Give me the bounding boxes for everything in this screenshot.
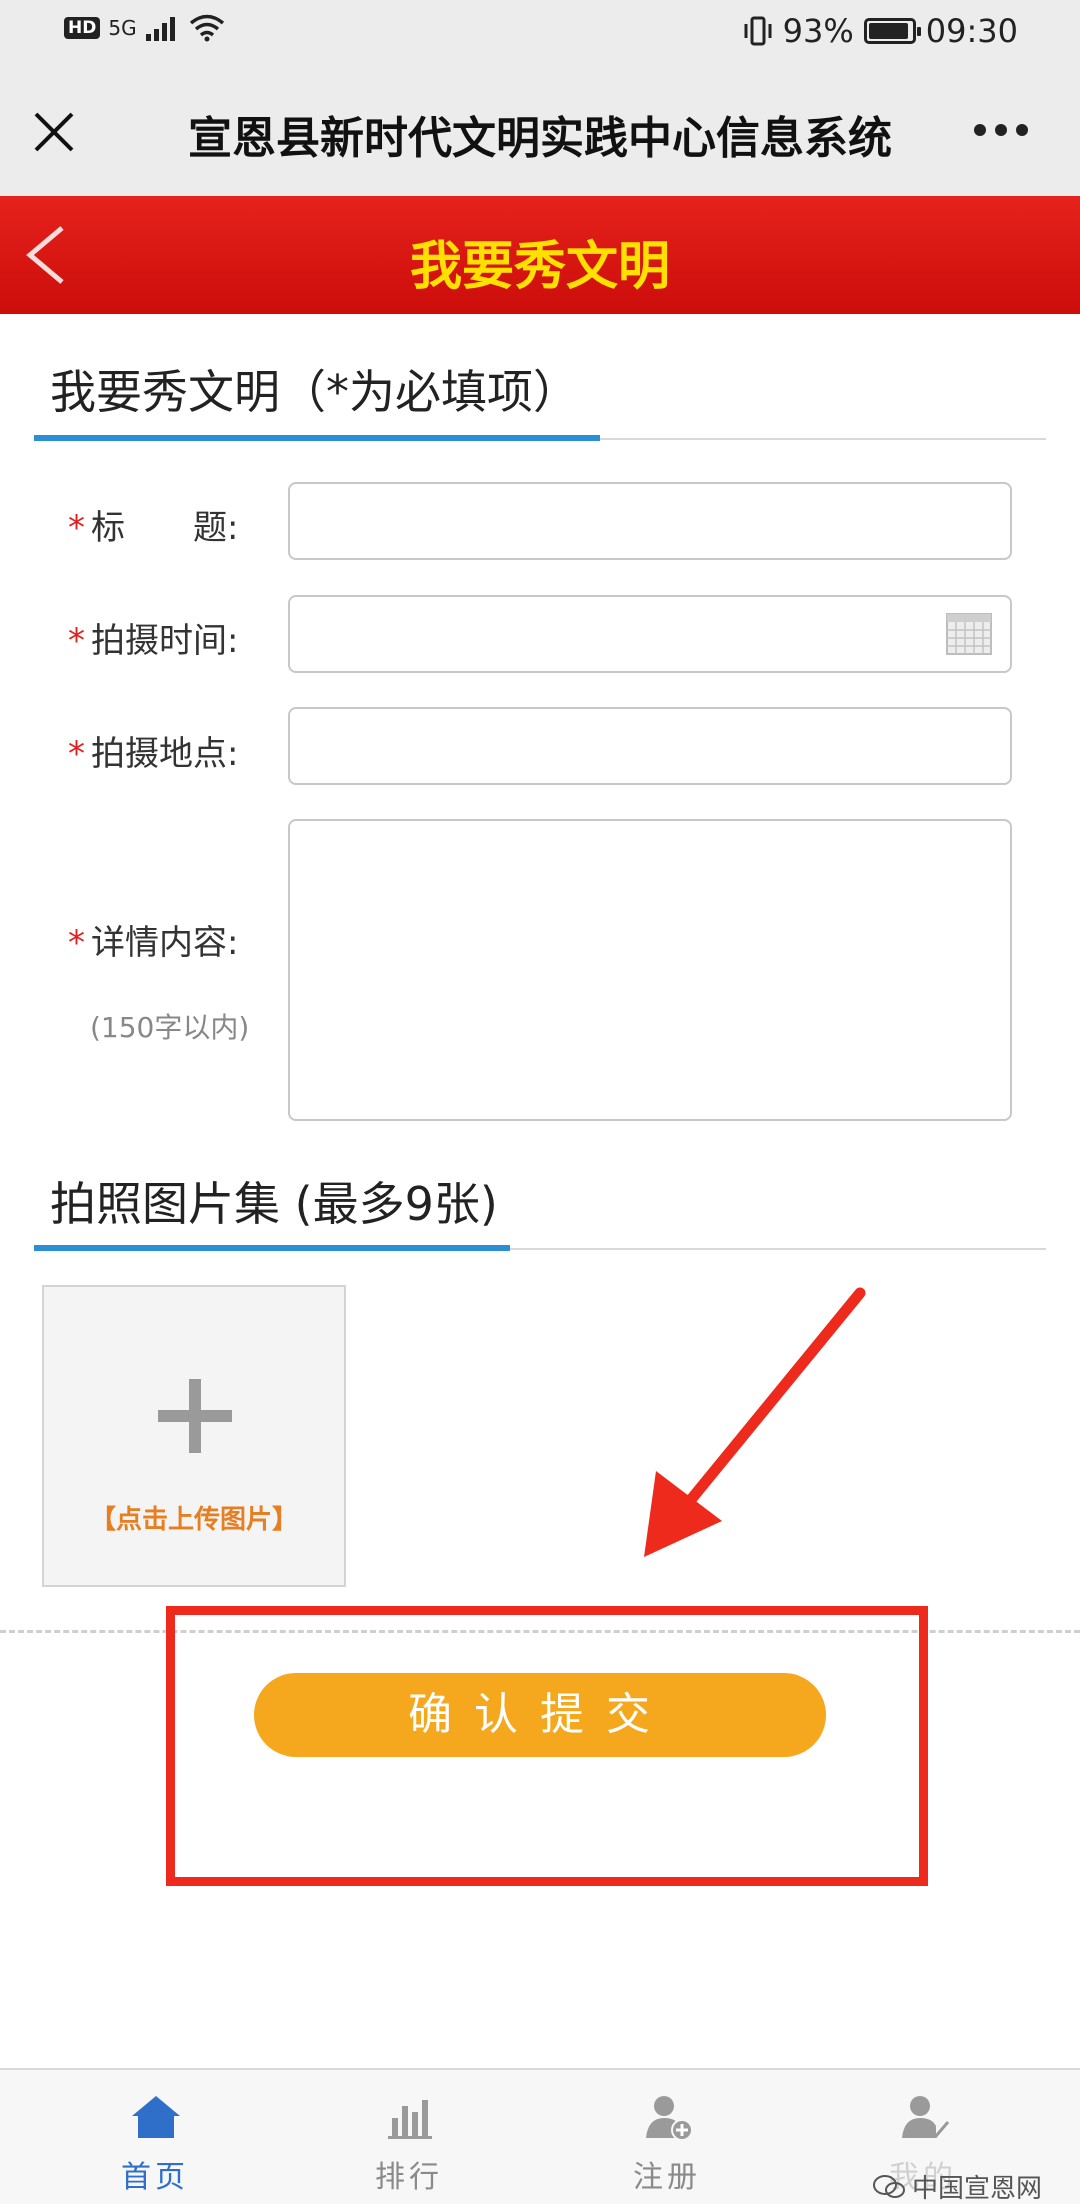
network-label: 5G [108, 16, 137, 40]
register-icon [646, 2096, 693, 2140]
page-header: 我要秀文明 [0, 196, 1080, 314]
tab-label: 注册 [633, 2160, 701, 2195]
watermark-text: 中国宣恩网 [911, 2174, 1042, 2204]
required-mark: * [68, 923, 85, 963]
signal-icon [145, 17, 175, 41]
time-label: * 拍摄时间: [68, 613, 238, 662]
place-input[interactable] [288, 707, 1012, 785]
place-label-text: 拍摄地点: [91, 734, 239, 774]
ranking-icon [388, 2100, 432, 2139]
vibrate-icon [744, 16, 772, 46]
time-input[interactable] [288, 595, 1012, 673]
detail-label: * 详情内容: [68, 915, 238, 964]
wechat-icon [872, 2174, 905, 2198]
home-icon [132, 2096, 180, 2138]
more-icon[interactable] [974, 124, 1028, 136]
clock: 09:30 [925, 12, 1018, 50]
form-section-header: 我要秀文明（*为必填项） [34, 356, 1046, 441]
tab-ranking[interactable]: 排行 [274, 2070, 544, 2204]
detail-textarea[interactable] [288, 819, 1012, 1121]
window-title: 宣恩县新时代文明实践中心信息系统 [188, 113, 892, 164]
battery-icon [863, 18, 921, 44]
plus-icon [158, 1379, 232, 1453]
status-left: HD 5G [64, 14, 225, 42]
photos-section-title: 拍照图片集 (最多9张) [50, 1177, 498, 1231]
title-label: * 标 题: [68, 500, 238, 549]
form-section-title: 我要秀文明（*为必填项） [50, 365, 579, 419]
detail-label-text: 详情内容: [91, 923, 239, 963]
user-check-icon [902, 2096, 950, 2139]
calendar-icon[interactable] [946, 613, 992, 655]
hd-badge: HD [64, 17, 101, 39]
title-label-text: 标 题: [91, 508, 239, 548]
status-right: 93% 09:30 [743, 12, 1018, 50]
place-label: * 拍摄地点: [68, 726, 238, 775]
watermark: 中国宣恩网 [872, 2168, 1042, 2204]
title-input[interactable] [288, 482, 1012, 560]
page-title: 我要秀文明 [409, 237, 670, 297]
tab-label: 排行 [375, 2160, 443, 2195]
status-bar: HD 5G 93% 09:30 [0, 0, 1080, 66]
required-mark: * [68, 508, 85, 548]
upload-image-button[interactable]: 【点击上传图片】 [42, 1285, 346, 1587]
app-title-bar: 宣恩县新时代文明实践中心信息系统 [0, 66, 1080, 196]
battery-fill [868, 23, 908, 39]
section-underline [34, 435, 600, 441]
tab-register[interactable]: 注册 [532, 2070, 802, 2204]
time-label-text: 拍摄时间: [91, 621, 239, 661]
tab-home[interactable]: 首页 [20, 2070, 290, 2204]
submit-button[interactable]: 确认提交 [254, 1673, 826, 1757]
detail-hint: (150字以内) [90, 1011, 250, 1044]
section-underline [34, 1245, 510, 1251]
tab-label: 首页 [121, 2160, 189, 2195]
upload-label: 【点击上传图片】 [89, 1505, 298, 1535]
required-mark: * [68, 734, 85, 774]
wifi-icon [189, 14, 224, 42]
required-mark: * [68, 621, 85, 661]
battery-percent: 93% [782, 12, 854, 50]
annotation-arrow [644, 1287, 866, 1557]
photos-section-header: 拍照图片集 (最多9张) [34, 1168, 1046, 1251]
